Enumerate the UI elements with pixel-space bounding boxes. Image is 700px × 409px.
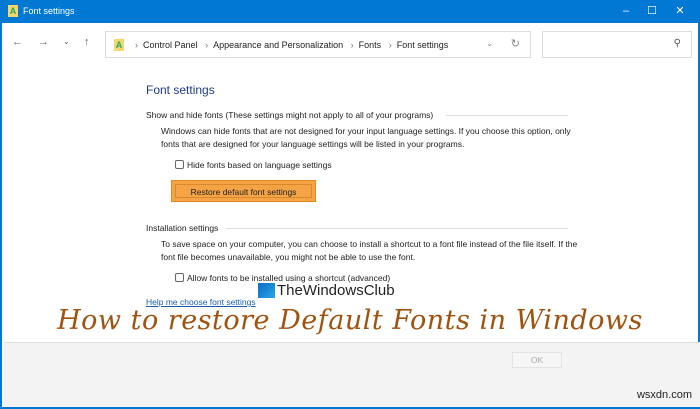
font-folder-icon: A	[8, 5, 18, 17]
font-folder-icon: A	[114, 39, 124, 51]
divider	[446, 115, 568, 116]
minimize-button[interactable]: –	[616, 4, 636, 19]
refresh-icon[interactable]: ↻	[511, 37, 520, 50]
checkbox-box	[175, 160, 184, 169]
restore-default-button[interactable]: Restore default font settings	[171, 180, 316, 202]
page-title: Font settings	[146, 83, 215, 97]
breadcrumb-font-settings[interactable]: Font settings	[397, 40, 449, 50]
footer: OK	[4, 342, 700, 407]
title-bar: A Font settings – ☐ ✕	[2, 0, 700, 23]
restore-label: Restore default font settings	[175, 184, 312, 198]
maximize-button[interactable]: ☐	[642, 4, 662, 19]
show-hide-group: Show and hide fonts (These settings migh…	[146, 110, 568, 120]
up-arrow-icon[interactable]: ↑	[84, 36, 90, 48]
group-title: Show and hide fonts (These settings migh…	[146, 110, 434, 120]
installation-group: Installation settings	[146, 223, 568, 233]
logo-text: TheWindowsClub	[277, 282, 395, 299]
search-input[interactable]: ⚲	[542, 31, 692, 58]
back-arrow-icon[interactable]: ←	[12, 36, 23, 48]
checkbox-box	[175, 273, 184, 282]
group-title: Installation settings	[146, 223, 219, 233]
windows-logo-icon	[258, 283, 275, 298]
breadcrumb: › Control Panel › Appearance and Personali…	[135, 40, 449, 50]
breadcrumb-fonts[interactable]: Fonts	[359, 40, 382, 50]
breadcrumb-appearance[interactable]: Appearance and Personalization	[213, 40, 343, 50]
chevron-down-icon[interactable]: ⌄	[486, 39, 493, 48]
search-icon: ⚲	[673, 38, 681, 49]
installation-description: To save space on your computer, you can …	[161, 239, 578, 262]
window-title: Font settings	[23, 6, 75, 16]
ok-button[interactable]: OK	[512, 352, 562, 368]
font-settings-window: A Font settings – ☐ ✕ ← → ⌄ ↑ A › Control…	[0, 0, 700, 409]
breadcrumb-control-panel[interactable]: Control Panel	[143, 40, 198, 50]
headline-overlay: How to restore Default Fonts in Windows	[57, 305, 643, 336]
thewindowsclub-logo: TheWindowsClub	[258, 282, 395, 299]
watermark: wsxdn.com	[636, 389, 692, 401]
address-bar[interactable]: A › Control Panel › Appearance and Persona…	[105, 31, 531, 58]
divider	[226, 228, 568, 229]
close-button[interactable]: ✕	[670, 4, 690, 19]
recent-chevron-down-icon[interactable]: ⌄	[63, 37, 70, 46]
hide-fonts-checkbox[interactable]: Hide fonts based on language settings	[175, 160, 332, 170]
checkbox-label: Hide fonts based on language settings	[187, 160, 332, 170]
show-hide-description: Windows can hide fonts that are not desi…	[161, 126, 571, 149]
forward-arrow-icon[interactable]: →	[38, 36, 49, 48]
